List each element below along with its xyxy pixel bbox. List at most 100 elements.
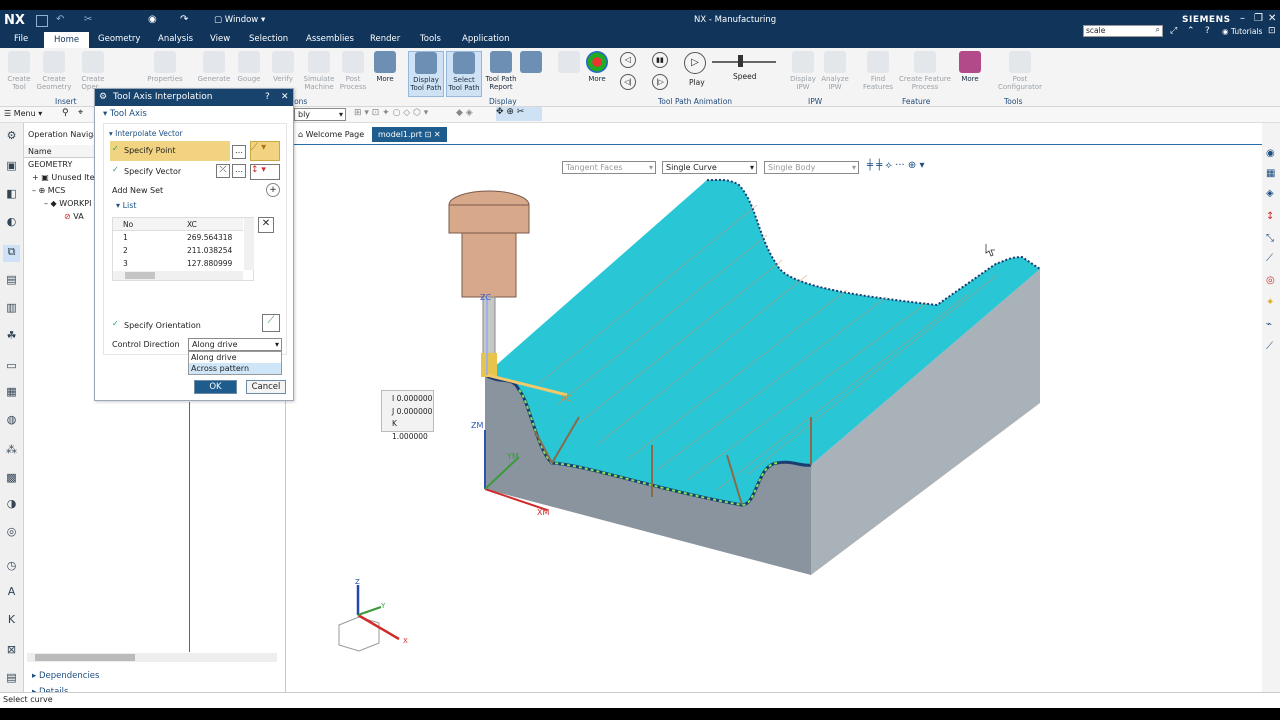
view-icon-3[interactable]: ◈ <box>1266 188 1274 199</box>
graphics-window[interactable]: Tangent Faces ▾ Single Curve ▾ Single Body… <box>287 144 1262 703</box>
reverse-direction-button[interactable]: ⤫ <box>216 164 230 178</box>
orientation-button[interactable]: ⟋ <box>262 314 280 332</box>
cancel-button[interactable]: Cancel <box>246 380 286 394</box>
dialog-title-bar[interactable]: ⚙ Tool Axis Interpolation ? ✕ <box>95 89 293 106</box>
more-display-button[interactable]: More <box>584 51 610 83</box>
create-operation-button[interactable]: Create Oper... <box>76 51 110 91</box>
view-icon-4[interactable]: ↕ <box>1266 211 1274 222</box>
drafting-icon[interactable]: ▭ <box>3 359 20 376</box>
undo-icon[interactable]: ↶ <box>56 14 64 25</box>
search-box[interactable]: scale ⌕ <box>1083 25 1163 37</box>
assembly-navigator-icon[interactable]: ◧ <box>3 187 20 204</box>
view-icon-2[interactable]: ▦ <box>1266 168 1275 179</box>
list-section[interactable]: ▾ List <box>116 201 137 210</box>
view-triad-cube[interactable] <box>338 616 380 652</box>
tab-home[interactable]: Home <box>44 32 90 48</box>
inferred-point-dropdown[interactable]: ⟋ ▾ <box>250 141 280 161</box>
selection-mode-icons[interactable]: ✥ ⊕ ✂ <box>496 107 542 121</box>
process-icon[interactable]: ⁂ <box>3 443 20 460</box>
table-row[interactable]: 2 211.038254 <box>113 244 243 257</box>
web-icon[interactable]: ▩ <box>3 471 20 488</box>
tree-item-mcs[interactable]: – ⊕ MCS <box>32 186 65 195</box>
more-ops-button[interactable]: More <box>372 51 398 83</box>
feature-navigator-icon[interactable]: ▥ <box>3 301 20 318</box>
post-process-button[interactable]: Post Process <box>338 51 368 91</box>
tutorials-link[interactable]: ◉ Tutorials <box>1222 27 1262 36</box>
generate-button[interactable]: Generate <box>196 51 232 83</box>
add-new-set-button[interactable]: + <box>266 183 280 197</box>
minimize-icon[interactable]: – <box>1240 13 1245 24</box>
tab-application[interactable]: Application <box>456 34 516 44</box>
select-tool-path-button[interactable]: Select Tool Path <box>446 51 482 97</box>
tree-item-unused[interactable]: + ▣ Unused Item <box>32 173 102 182</box>
view-icons[interactable]: ◆ ◈ <box>456 108 473 118</box>
gouge-button[interactable]: Gouge <box>234 51 264 83</box>
snap-icon[interactable]: ⊞ ▾ ⊡ ✦ ○ ◇ ⬡ ▾ <box>354 108 428 118</box>
view-icon-5[interactable]: ⤡ <box>1266 233 1274 244</box>
save-icon[interactable] <box>36 15 48 27</box>
tab-tools[interactable]: Tools <box>414 34 447 44</box>
dependencies-section[interactable]: ▸ Dependencies <box>32 671 99 681</box>
remove-point-button[interactable]: ✕ <box>258 217 274 233</box>
view-icon-9[interactable]: ⌁ <box>1266 319 1272 330</box>
step-forward-icon[interactable]: |▷ <box>652 74 668 90</box>
post-configurator-button[interactable]: Post Configurator <box>992 51 1048 91</box>
view-icon-8[interactable]: ✦ <box>1266 297 1274 308</box>
find-features-button[interactable]: Find Features <box>860 51 896 91</box>
more-feature-button[interactable]: More <box>956 51 984 83</box>
tab-render[interactable]: Render <box>364 34 406 44</box>
color-icon[interactable]: ◍ <box>3 413 20 430</box>
display-tool-path-button[interactable]: Display Tool Path <box>408 51 444 97</box>
tree-item-operation[interactable]: ⊘ VA <box>64 212 84 221</box>
tab-assemblies[interactable]: Assemblies <box>300 34 360 44</box>
horizontal-scrollbar[interactable] <box>27 653 277 662</box>
speed-slider[interactable] <box>712 61 776 63</box>
options-icon[interactable]: ⊡ <box>1268 26 1276 36</box>
tool-axis-section[interactable]: ▾ Tool Axis <box>103 109 147 119</box>
help-icon[interactable]: ? <box>265 89 270 106</box>
tab-view[interactable]: View <box>204 34 236 44</box>
part-navigator-icon[interactable]: ▣ <box>3 159 20 176</box>
vector-dialog-button[interactable]: … <box>232 164 246 178</box>
globe-icon[interactable]: ◎ <box>3 525 20 542</box>
simulate-machine-button[interactable]: Simulate Machine <box>300 51 338 91</box>
ok-button[interactable]: OK <box>194 380 237 394</box>
k-icon[interactable]: K <box>3 613 20 630</box>
create-geometry-button[interactable]: Create Geometry <box>36 51 72 91</box>
column-header[interactable]: Name <box>24 145 94 158</box>
point-dialog-button[interactable]: … <box>232 145 246 159</box>
tab-welcome-page[interactable]: ⌂ Welcome Page <box>292 127 370 142</box>
help-icon[interactable]: ? <box>1205 26 1210 36</box>
specify-point-row[interactable]: ✓ Specify Point <box>110 141 230 161</box>
analyze-ipw-button[interactable]: Analyze IPW <box>820 51 850 91</box>
close-icon[interactable]: ✕ <box>1268 13 1276 24</box>
table-row[interactable]: 1 269.564318 <box>113 231 243 244</box>
reuse-library-icon[interactable]: ☘ <box>3 329 20 346</box>
fullscreen-icon[interactable]: ⤢ <box>1170 26 1177 36</box>
properties-button[interactable]: Properties <box>144 51 186 83</box>
operation-navigator-icon[interactable]: ⧉ <box>3 245 20 262</box>
tab-geometry[interactable]: Geometry <box>92 34 146 44</box>
close-icon[interactable]: ✕ <box>281 89 289 106</box>
layer-icon[interactable]: ▦ <box>3 385 20 402</box>
redo-icon[interactable]: ↷ <box>180 14 188 25</box>
window-menu[interactable]: ▢ Window ▾ <box>214 15 265 25</box>
view-icon-7[interactable]: ◎ <box>1266 275 1275 286</box>
tree-root[interactable]: GEOMETRY <box>28 160 72 169</box>
view-icon-1[interactable]: ◉ <box>1266 148 1275 159</box>
tool-display-button[interactable] <box>520 51 542 75</box>
vector-type-dropdown[interactable]: ↕ ▾ <box>250 164 280 180</box>
control-direction-dropdown[interactable]: Along drive ▾ <box>188 338 282 351</box>
verify-button[interactable]: Verify <box>268 51 298 83</box>
option-across-pattern[interactable]: Across pattern <box>189 363 281 374</box>
gear-icon[interactable]: ⚙ <box>3 129 20 146</box>
vertical-scrollbar[interactable] <box>244 218 254 270</box>
scrollbar-thumb[interactable] <box>125 272 155 279</box>
step-arrows[interactable] <box>558 51 580 75</box>
tab-selection[interactable]: Selection <box>243 34 294 44</box>
interpolate-vector-section[interactable]: ▾ Interpolate Vector <box>109 129 183 138</box>
machine-tool-navigator-icon[interactable]: ▤ <box>3 273 20 290</box>
menu-button[interactable]: ☰ Menu ▾ <box>4 109 42 118</box>
tab-model1[interactable]: model1.prt ⊡ ✕ <box>372 127 447 142</box>
collapse-icon[interactable]: ⌃ <box>1187 26 1195 36</box>
